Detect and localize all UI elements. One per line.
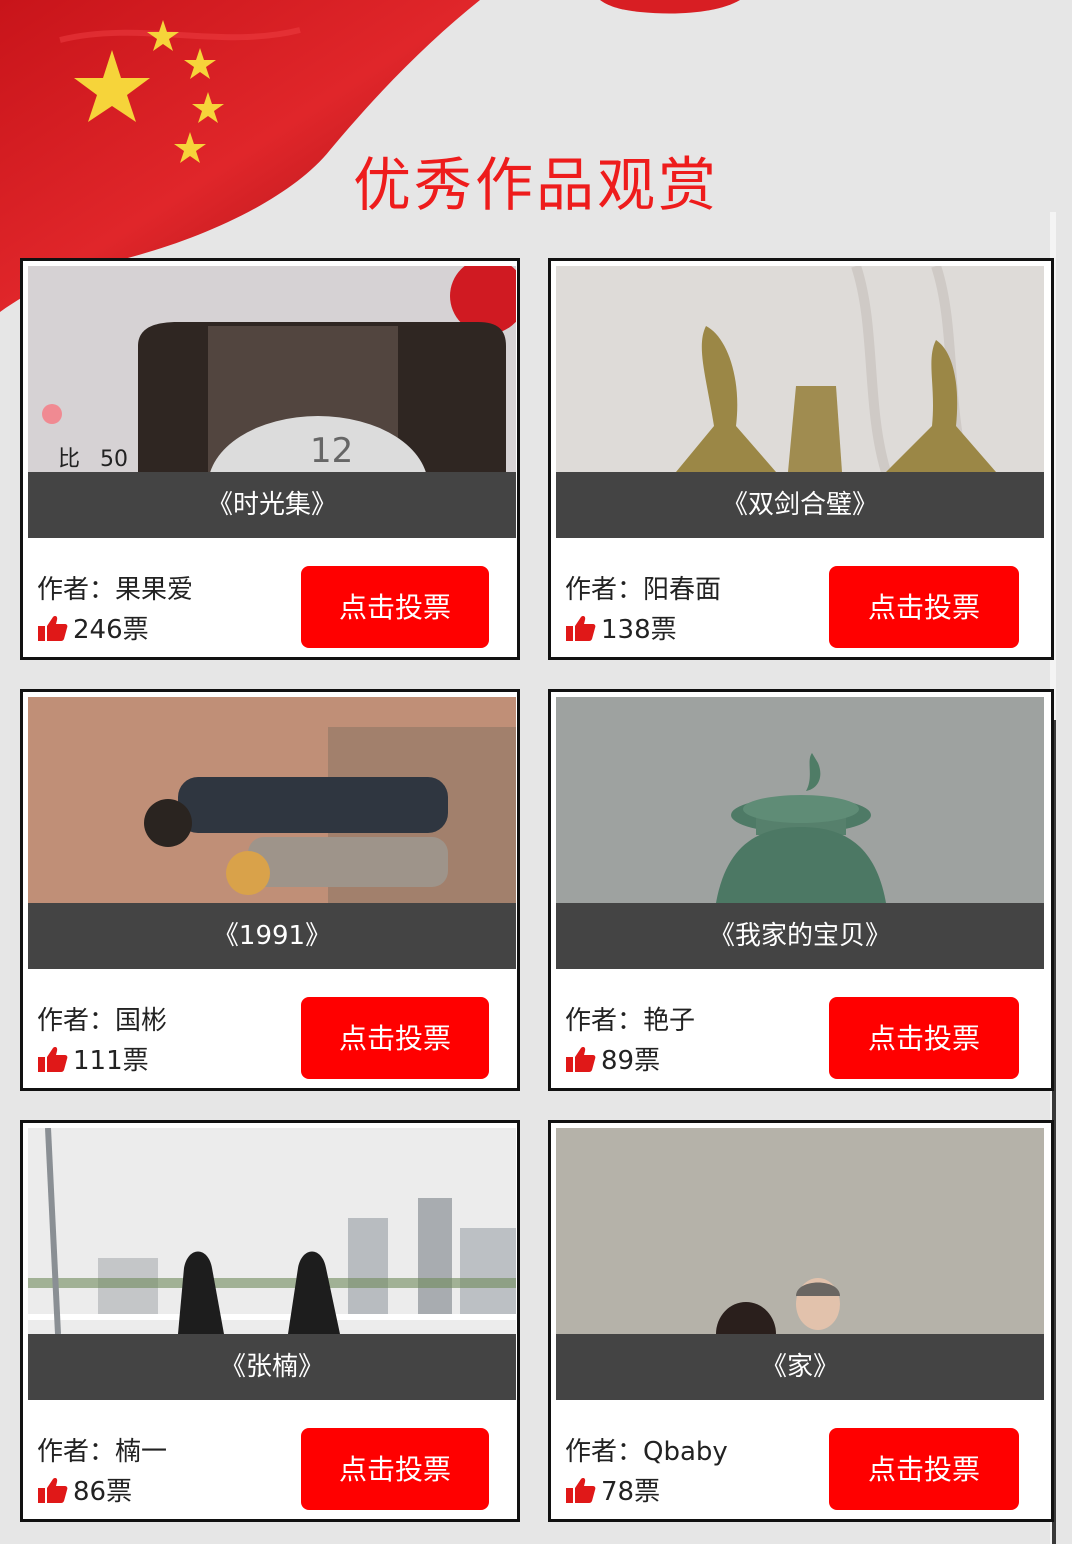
work-title: 《双剑合璧》 <box>556 472 1044 538</box>
vote-count-text: 78票 <box>601 1477 661 1507</box>
work-title: 《1991》 <box>28 903 516 969</box>
work-title: 《我家的宝贝》 <box>556 903 1044 969</box>
work-photo[interactable] <box>556 697 1044 903</box>
thumbs-up-icon <box>566 1477 596 1503</box>
vote-count: 89票 <box>565 1040 660 1077</box>
svg-text:50: 50 <box>100 447 128 472</box>
vote-button[interactable]: 点击投票 <box>301 997 489 1079</box>
work-author: 作者：国彬 <box>37 1006 168 1036</box>
work-card[interactable]: 《我家的宝贝》 作者：艳子 89票 点击投票 <box>548 689 1054 1091</box>
work-card[interactable]: 《张楠》 作者：楠一 86票 点击投票 <box>20 1120 520 1522</box>
vote-count: 246票 <box>37 609 149 646</box>
work-card[interactable]: 《家》 作者：Qbaby 78票 点击投票 <box>548 1120 1054 1522</box>
work-card[interactable]: 《双剑合璧》 作者：阳春面 138票 点击投票 <box>548 258 1054 660</box>
vote-button[interactable]: 点击投票 <box>829 997 1019 1079</box>
work-author: 作者：艳子 <box>565 1006 696 1036</box>
vote-count: 86票 <box>37 1471 132 1508</box>
vote-count: 111票 <box>37 1040 149 1077</box>
vote-count-text: 246票 <box>73 615 149 645</box>
vote-button[interactable]: 点击投票 <box>829 1428 1019 1510</box>
work-author: 作者：阳春面 <box>565 575 722 605</box>
vote-count: 78票 <box>565 1471 660 1508</box>
work-card[interactable]: 《1991》 作者：国彬 111票 点击投票 <box>20 689 520 1091</box>
thumbs-up-icon <box>566 615 596 641</box>
work-author: 作者：楠一 <box>37 1437 168 1467</box>
thumbs-up-icon <box>38 1046 68 1072</box>
work-photo[interactable] <box>556 266 1044 472</box>
work-author: 作者：Qbaby <box>565 1437 728 1467</box>
work-title: 《张楠》 <box>28 1334 516 1400</box>
thumbs-up-icon <box>38 1477 68 1503</box>
vote-count-text: 86票 <box>73 1477 133 1507</box>
svg-text:12: 12 <box>310 431 353 471</box>
work-card[interactable]: 12 比 50 《时光集》 作者：果果爱 246票 点击投票 <box>20 258 520 660</box>
vote-button[interactable]: 点击投票 <box>301 566 489 648</box>
svg-text:比: 比 <box>58 447 80 472</box>
vote-count-text: 89票 <box>601 1046 661 1076</box>
work-photo[interactable] <box>28 1128 516 1334</box>
work-title: 《时光集》 <box>28 472 516 538</box>
vote-button[interactable]: 点击投票 <box>301 1428 489 1510</box>
vote-count-text: 111票 <box>73 1046 149 1076</box>
work-photo[interactable]: 12 比 50 <box>28 266 516 472</box>
vote-count-text: 138票 <box>601 615 677 645</box>
vote-button[interactable]: 点击投票 <box>829 566 1019 648</box>
work-author: 作者：果果爱 <box>37 575 194 605</box>
work-title: 《家》 <box>556 1334 1044 1400</box>
page-title: 优秀作品观赏 <box>352 151 719 219</box>
thumbs-up-icon <box>566 1046 596 1072</box>
vote-count: 138票 <box>565 609 677 646</box>
work-photo[interactable] <box>28 697 516 903</box>
work-photo[interactable] <box>556 1128 1044 1334</box>
thumbs-up-icon <box>38 615 68 641</box>
